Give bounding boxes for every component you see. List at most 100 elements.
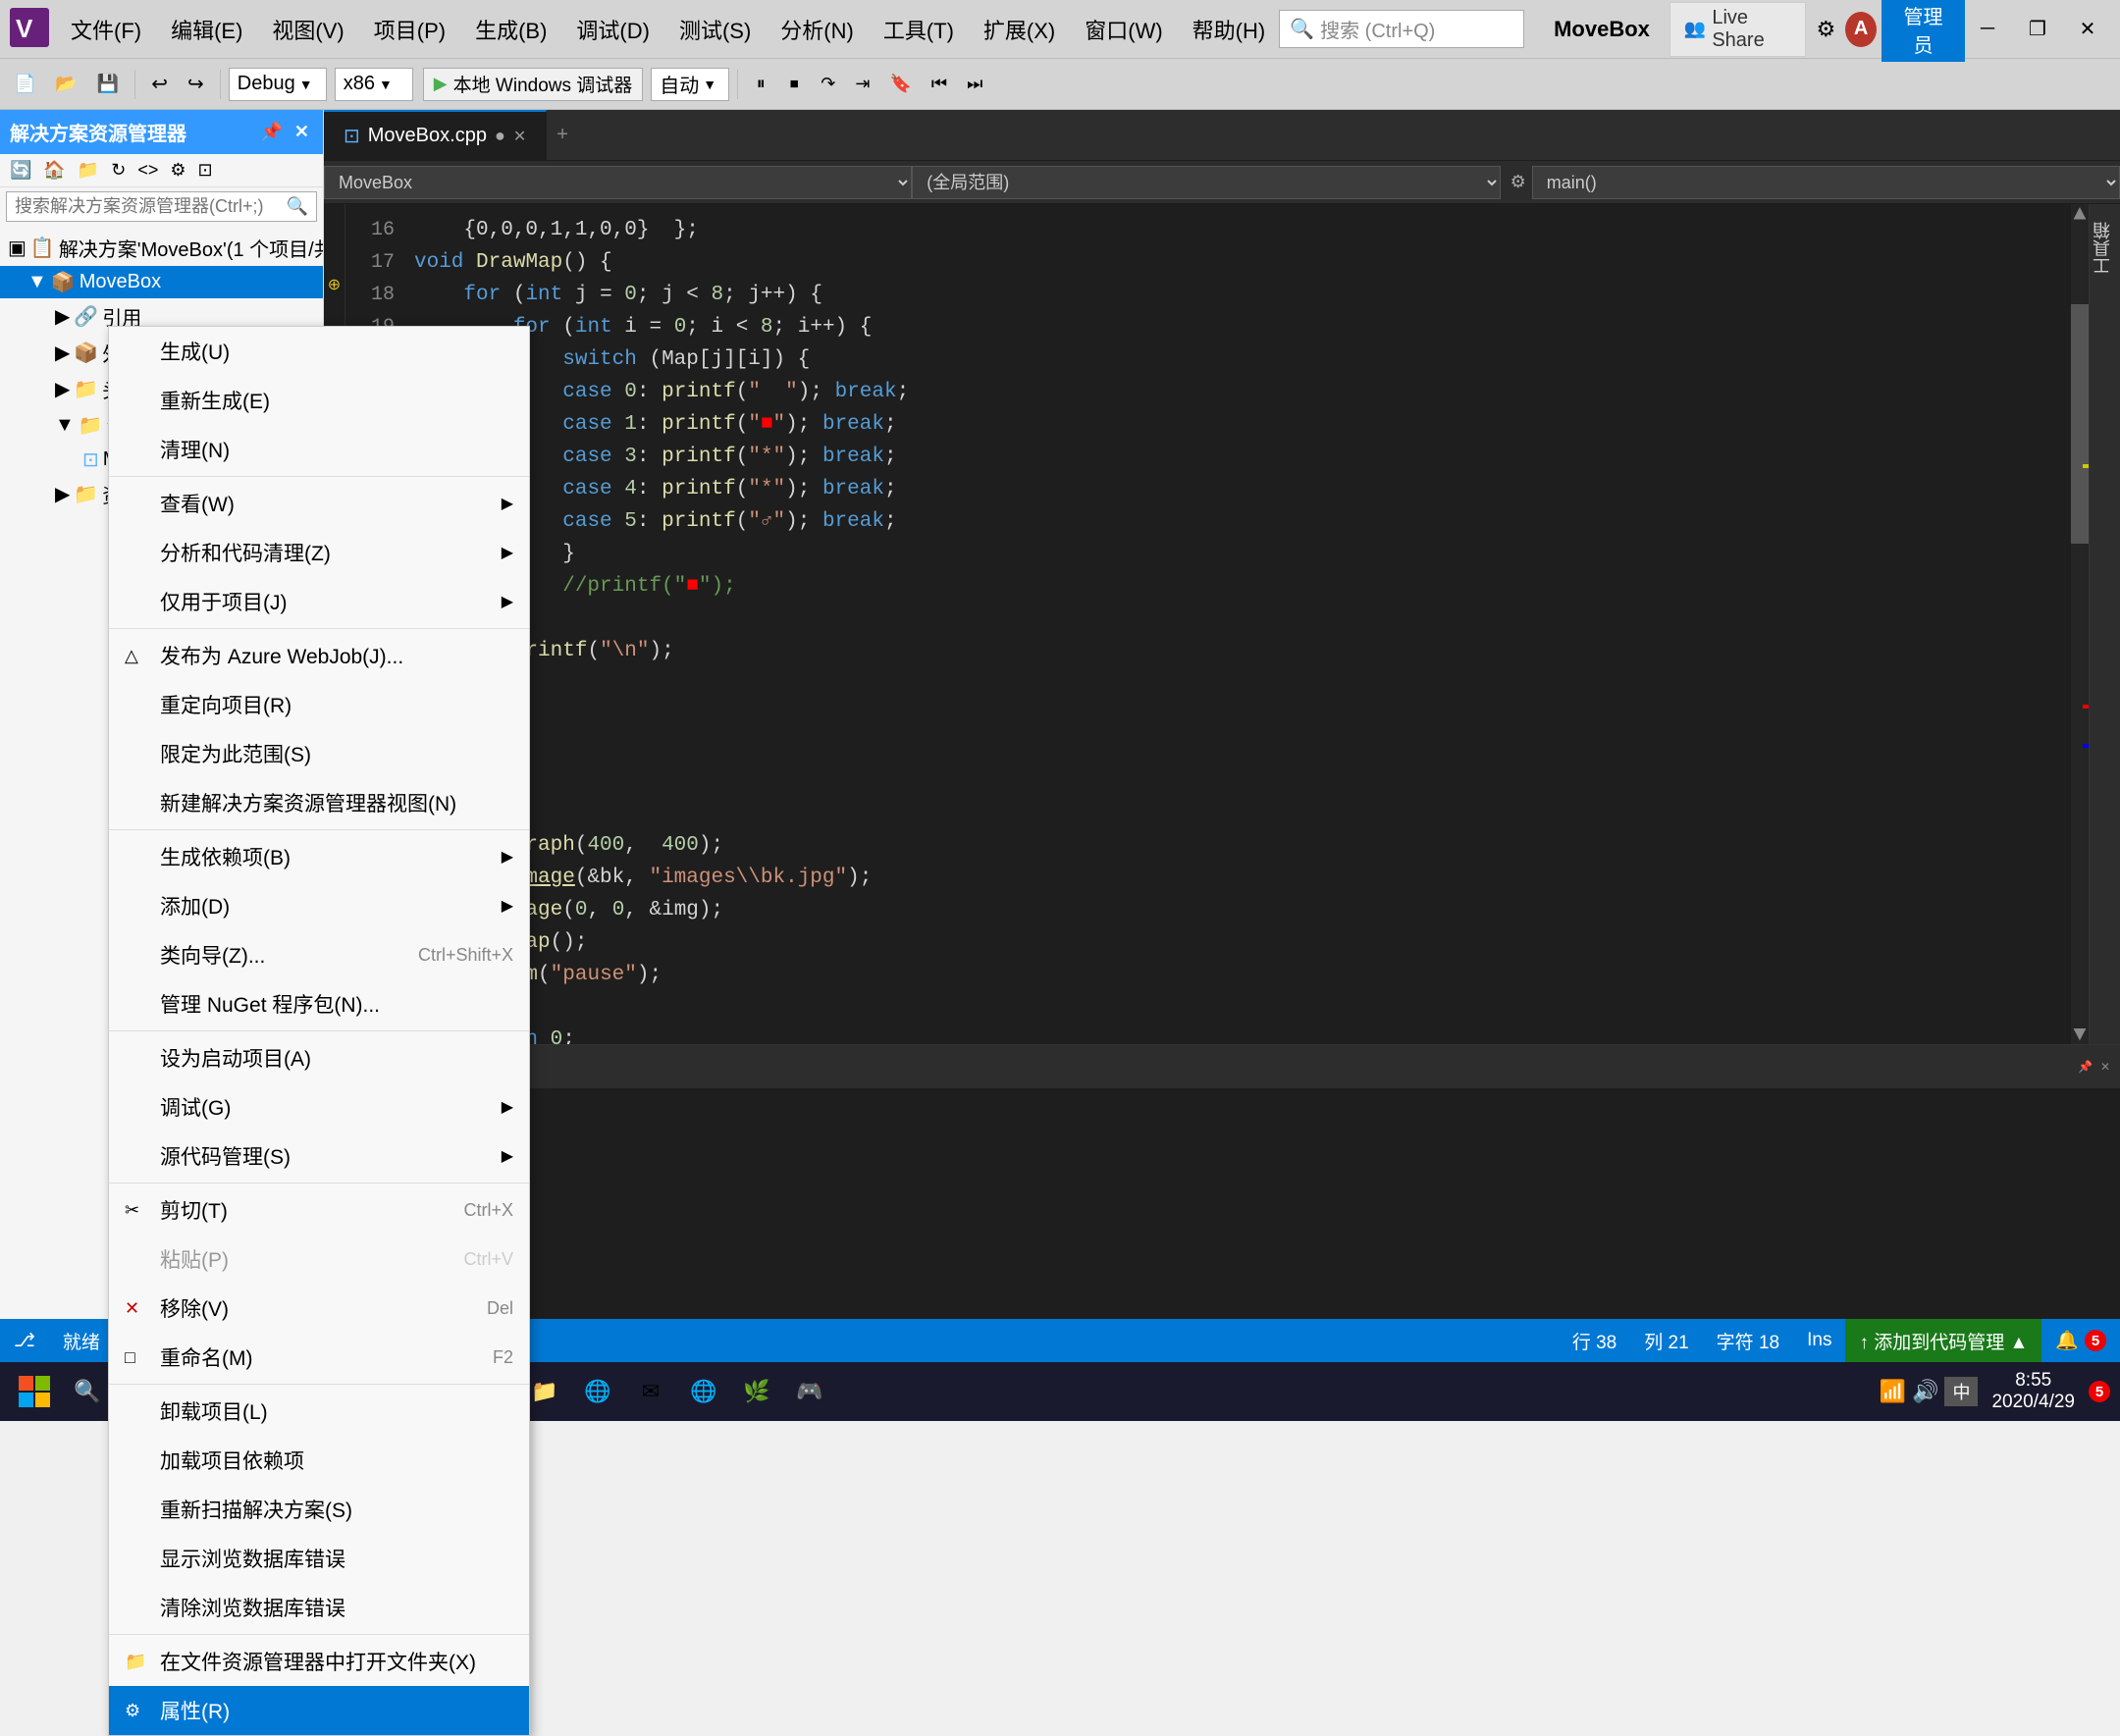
se-settings-icon[interactable]: ⚙: [166, 158, 189, 183]
toolbar-bookmark[interactable]: 🔖: [881, 67, 919, 102]
ctx-show-db-errors[interactable]: 显示浏览数据库错误: [109, 1534, 529, 1583]
status-ready[interactable]: 就绪: [49, 1319, 114, 1362]
taskbar-notification-count[interactable]: 5: [2089, 1381, 2110, 1402]
toolbar-debugtool1[interactable]: ⏸: [746, 67, 775, 102]
se-project-root[interactable]: ▼ 📦 MoveBox: [0, 266, 323, 298]
ctx-project-only[interactable]: 仅用于项目(J) ▶: [109, 577, 529, 626]
editor-scrollbar[interactable]: ▲ ▼: [2071, 204, 2089, 1044]
scroll-thumb[interactable]: [2071, 304, 2089, 545]
nav-scope-select[interactable]: MoveBox: [324, 166, 912, 199]
menu-test[interactable]: 测试(S): [665, 8, 765, 51]
nav-symbol-select[interactable]: main(): [1532, 166, 2120, 199]
ctx-add[interactable]: 添加(D) ▶: [109, 881, 529, 930]
ctx-retarget[interactable]: 重定向项目(R): [109, 680, 529, 729]
toolbar-redo[interactable]: ↪: [180, 67, 212, 102]
start-button[interactable]: [10, 1367, 59, 1416]
nav-gear-icon[interactable]: ⚙: [1505, 172, 1532, 192]
taskbar-game-icon[interactable]: 🎮: [785, 1367, 834, 1416]
status-col[interactable]: 列 21: [1630, 1319, 1702, 1362]
se-pin-icon[interactable]: 📌: [256, 120, 286, 144]
se-search-bar[interactable]: 🔍: [6, 191, 317, 222]
status-ins[interactable]: Ins: [1793, 1319, 1845, 1362]
ctx-cut[interactable]: ✂ 剪切(T) Ctrl+X: [109, 1185, 529, 1235]
tb-speaker-icon[interactable]: 🔊: [1912, 1379, 1938, 1404]
toolbar-debugtool4[interactable]: ⇥: [847, 67, 877, 102]
scroll-up-button[interactable]: ▲: [2071, 204, 2089, 224]
run-mode-dropdown[interactable]: 自动 ▼: [651, 68, 729, 101]
toolbar-debugtool3[interactable]: ↷: [813, 67, 843, 102]
ctx-properties[interactable]: ⚙ 属性(R): [109, 1686, 529, 1735]
toolbar-undo[interactable]: ↩: [143, 67, 176, 102]
platform-dropdown[interactable]: x86 ▼: [335, 68, 413, 101]
ctx-build[interactable]: 生成(U): [109, 327, 529, 376]
ctx-rename[interactable]: □ 重命名(M) F2: [109, 1333, 529, 1382]
se-search-input[interactable]: [15, 196, 287, 217]
menu-window[interactable]: 窗口(W): [1071, 8, 1176, 51]
se-code-icon[interactable]: <>: [133, 158, 162, 183]
ctx-rescan[interactable]: 重新扫描解决方案(S): [109, 1485, 529, 1534]
title-search[interactable]: 🔍 搜索 (Ctrl+Q): [1279, 10, 1524, 48]
se-close-icon[interactable]: ✕: [291, 120, 313, 144]
menu-edit[interactable]: 编辑(E): [157, 8, 256, 51]
ctx-clean[interactable]: 清理(N): [109, 425, 529, 474]
ctx-analyze[interactable]: 分析和代码清理(Z) ▶: [109, 528, 529, 577]
ctx-new-view[interactable]: 新建解决方案资源管理器视图(N): [109, 778, 529, 827]
ctx-remove[interactable]: ✕ 移除(V) Del: [109, 1284, 529, 1333]
run-button[interactable]: ▶ 本地 Windows 调试器: [423, 68, 643, 101]
se-folder-icon[interactable]: 📁: [74, 158, 103, 183]
se-sync-icon[interactable]: 🔄: [6, 158, 35, 183]
toolbar-debugtool2[interactable]: ⏹: [779, 67, 809, 102]
taskbar-mail-icon[interactable]: ✉: [626, 1367, 675, 1416]
menu-extensions[interactable]: 扩展(X): [970, 8, 1069, 51]
minimize-button[interactable]: ─: [1965, 12, 2010, 47]
status-git-icon[interactable]: ⎇: [0, 1319, 49, 1362]
editor-tab-movebox[interactable]: ⊡ MoveBox.cpp ● ✕: [324, 110, 547, 161]
se-solution-root[interactable]: ▣ 📋 解决方案'MoveBox'(1 个项目/共 1 个): [0, 230, 323, 266]
ctx-source-control[interactable]: 源代码管理(S) ▶: [109, 1131, 529, 1181]
menu-build[interactable]: 生成(B): [461, 8, 560, 51]
close-button[interactable]: ✕: [2065, 12, 2110, 47]
menu-project[interactable]: 项目(P): [360, 8, 459, 51]
toolbar-save[interactable]: 💾: [89, 67, 127, 102]
status-row[interactable]: 行 38: [1559, 1319, 1630, 1362]
ctx-publish-azure[interactable]: △ 发布为 Azure WebJob(J)...: [109, 631, 529, 680]
taskbar-search-icon[interactable]: 🔍: [63, 1367, 112, 1416]
ctx-open-explorer[interactable]: 📁 在文件资源管理器中打开文件夹(X): [109, 1637, 529, 1686]
status-notification-icon[interactable]: 🔔 5: [2041, 1319, 2120, 1362]
manage-button[interactable]: 管理员: [1882, 0, 1965, 62]
bottom-pin-icon[interactable]: 📌: [2078, 1060, 2093, 1074]
ctx-scope[interactable]: 限定为此范围(S): [109, 729, 529, 778]
ctx-load-deps[interactable]: 加载项目依赖项: [109, 1436, 529, 1485]
status-char[interactable]: 字符 18: [1703, 1319, 1793, 1362]
debug-config-dropdown[interactable]: Debug ▼: [229, 68, 327, 101]
scroll-down-button[interactable]: ▼: [2071, 1025, 2089, 1044]
ctx-clear-db-errors[interactable]: 清除浏览数据库错误: [109, 1583, 529, 1632]
se-home-icon[interactable]: 🏠: [39, 158, 69, 183]
ctx-view[interactable]: 查看(W) ▶: [109, 479, 529, 528]
ctx-unload[interactable]: 卸载项目(L): [109, 1387, 529, 1436]
menu-analyze[interactable]: 分析(N): [767, 8, 868, 51]
ctx-rebuild[interactable]: 重新生成(E): [109, 376, 529, 425]
toolbar-open[interactable]: 📂: [47, 67, 84, 102]
taskbar-clock[interactable]: 8:55 2020/4/29: [1984, 1370, 2083, 1413]
restore-button[interactable]: ❐: [2015, 12, 2060, 47]
tab-add-button[interactable]: +: [547, 124, 578, 146]
bottom-close-icon[interactable]: ✕: [2100, 1060, 2110, 1074]
tab-close-button[interactable]: ✕: [513, 127, 526, 146]
menu-view[interactable]: 视图(V): [258, 8, 357, 51]
right-sidebar-label[interactable]: 工具箱: [2088, 214, 2120, 283]
toolbar-extra2[interactable]: ⏭: [959, 67, 990, 102]
toolbar-extra1[interactable]: ⏮: [924, 67, 955, 102]
ctx-class-wizard[interactable]: 类向导(Z)... Ctrl+Shift+X: [109, 930, 529, 979]
nav-function-select[interactable]: (全局范围): [912, 166, 1500, 199]
ctx-nuget[interactable]: 管理 NuGet 程序包(N)...: [109, 979, 529, 1028]
taskbar-edge-icon[interactable]: 🌐: [679, 1367, 728, 1416]
ctx-debug-menu[interactable]: 调试(G) ▶: [109, 1082, 529, 1131]
code-content[interactable]: {0,0,0,1,1,0,0} }; void DrawMap() { for …: [404, 204, 2071, 1044]
settings-icon[interactable]: ⚙: [1806, 17, 1845, 42]
live-share-button[interactable]: 👥 Live Share: [1670, 2, 1807, 57]
menu-help[interactable]: 帮助(H): [1179, 8, 1280, 51]
ctx-build-deps[interactable]: 生成依赖项(B) ▶: [109, 832, 529, 881]
se-refresh-icon[interactable]: ↻: [107, 158, 130, 183]
menu-debug[interactable]: 调试(D): [562, 8, 663, 51]
